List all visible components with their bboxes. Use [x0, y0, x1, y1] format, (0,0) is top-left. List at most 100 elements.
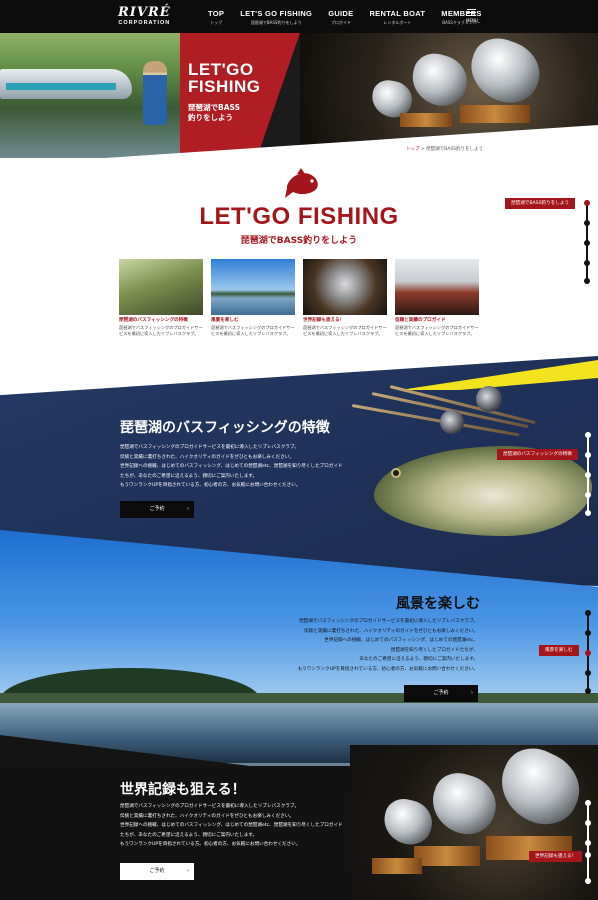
scroll-dot[interactable]: [585, 452, 591, 458]
nav-sublabel: 琵琶湖でBASS釣りをしよう: [250, 20, 302, 25]
text-line: 琵琶湖でバスフィッシングのプロガイドサービスを最初に導入したリブレバスクラブ。: [299, 619, 478, 624]
side-tag-intro[interactable]: 琵琶湖でBASS釣りをしよう: [505, 198, 576, 209]
bass-fish-icon: [285, 168, 318, 198]
menu-button[interactable]: MENU: [466, 9, 478, 23]
bass-eye: [391, 468, 401, 478]
main-nav: TOP トップ LET'S GO FISHING 琵琶湖でBASS釣りをしよう …: [208, 9, 498, 26]
scroll-dot[interactable]: [585, 800, 591, 806]
menu-label: MENU: [466, 18, 478, 23]
scroll-dot[interactable]: [585, 650, 591, 656]
scroll-dot[interactable]: [585, 840, 591, 846]
text-line: 伝統と実績に裏打ちされた、ハイクオリティのガイドをぜひともお楽しみください。: [120, 454, 294, 460]
breadcrumb-home[interactable]: トップ: [406, 147, 420, 152]
side-tag-record[interactable]: 世界記録も狙える！: [529, 851, 583, 862]
scroll-dot[interactable]: [584, 240, 590, 246]
scroll-dot[interactable]: [585, 820, 591, 826]
section-title-record: 世界記録も狙える！: [120, 782, 246, 798]
text-line: 世界記録への挑戦、はじめてのバスフィッシング、はじめての琵琶湖etc、琵琶湖を知…: [120, 464, 343, 470]
section-title-scenery: 風景を楽しむ: [396, 596, 480, 612]
text-line: あなたのご希望に沿えるよう、親切にご案内いたします。: [359, 657, 478, 663]
hero-subtitle-line: 釣りをしよう: [188, 113, 233, 122]
nav-sublabel: トップ: [210, 20, 223, 25]
hero-subtitle: 琵琶湖でBASS 釣りをしよう: [188, 103, 240, 123]
trophy-base: [414, 846, 480, 866]
nav-label: LET'S GO FISHING: [240, 9, 313, 18]
scroll-dot[interactable]: [585, 610, 591, 616]
nav-item-rental-boat[interactable]: RENTAL BOAT レンタルボート: [369, 9, 425, 26]
card-image-trophies: [303, 259, 387, 315]
shoreline-image: [0, 693, 598, 703]
nav-label: GUIDE: [328, 9, 354, 18]
angler-image: [143, 61, 167, 125]
breadcrumb-current: 琵琶湖でBASS釣りをしよう: [426, 147, 484, 152]
feature-card[interactable]: 琵琶湖のバスフィッシングの特徴 琵琶湖でバスフィッシングのプロガイドサービスを最…: [119, 259, 203, 336]
hero-title: LET'GO FISHING: [188, 61, 260, 95]
feature-card[interactable]: 世界記録も狙える！ 琵琶湖でバスフィッシングのプロガイドサービスを最初に導入した…: [303, 259, 387, 336]
chevron-right-icon: ›: [471, 690, 473, 696]
card-image-guide: [395, 259, 479, 315]
intro-subtitle: 琵琶湖でBASS釣りをしよう: [240, 236, 358, 246]
nav-item-guide[interactable]: GUIDE プロガイド: [328, 9, 353, 26]
text-line: もうワンランクUPを目指されている方、初心者の方、お気軽にお問い合わせください。: [120, 842, 301, 848]
card-image-bass: [119, 259, 203, 315]
card-title: 信頼と実績のプロガイド: [395, 318, 446, 323]
site-logo[interactable]: RIVRÉ CORPORATION: [118, 6, 171, 26]
text-line: たちが、あなたのご希望に沿えるよう、親切にご案内いたします。: [120, 832, 258, 838]
card-title: 琵琶湖のバスフィッシングの特徴: [119, 318, 188, 323]
hero-subtitle-line: 琵琶湖でBASS: [188, 103, 240, 112]
nav-sublabel: レンタルボート: [383, 20, 412, 25]
scroll-dot[interactable]: [585, 878, 591, 884]
scroll-dot[interactable]: [584, 278, 590, 284]
text-line: 琵琶湖でバスフィッシングのプロガイドサービスを最初に導入したリブレバスクラブ。: [120, 445, 299, 450]
side-tag-scenery[interactable]: 風景を楽しむ: [539, 645, 579, 656]
nav-item-lets-go-fishing[interactable]: LET'S GO FISHING 琵琶湖でBASS釣りをしよう: [240, 9, 312, 26]
site-header: RIVRÉ CORPORATION TOP トップ LET'S GO FISHI…: [0, 0, 598, 33]
reserve-button-label: ご予約: [149, 506, 165, 512]
reserve-button[interactable]: ご予約 ›: [120, 863, 194, 880]
scroll-dot[interactable]: [585, 630, 591, 636]
nav-label: RENTAL BOAT: [369, 9, 426, 18]
scroll-dot[interactable]: [585, 670, 591, 676]
text-line: 世界記録への挑戦、はじめてのバスフィッシング、はじめての琵琶湖etc、: [324, 638, 478, 644]
scroll-dot[interactable]: [584, 220, 590, 226]
scroll-dot[interactable]: [585, 852, 591, 858]
card-title: 風景を楽しむ: [211, 318, 239, 323]
card-text: 琵琶湖でバスフィッシングのプロガイドサービスを最初に導入したリブレバスクラブ。: [119, 325, 203, 336]
text-line: もうワンランクUPを目指されている方、初心者の方、お気軽にお問い合わせください。: [120, 483, 301, 489]
scroll-dot[interactable]: [585, 510, 591, 516]
card-text: 琵琶湖でバスフィッシングのプロガイドサービスを最初に導入したリブレバスクラブ。: [395, 325, 479, 336]
card-title: 世界記録も狙える！: [303, 318, 345, 323]
page-scroll-indicator: [584, 200, 590, 284]
scroll-dot[interactable]: [584, 260, 590, 266]
reserve-button[interactable]: ご予約 ›: [120, 501, 194, 518]
section-text-record: 琵琶湖でバスフィッシングのプロガイドサービスを最初に導入したリブレバスクラブ。 …: [120, 802, 390, 850]
scroll-dot[interactable]: [585, 472, 591, 478]
scroll-dot[interactable]: [585, 492, 591, 498]
nav-item-top[interactable]: TOP トップ: [208, 9, 224, 26]
hero-title-line: FISHING: [188, 77, 261, 96]
side-tag-features[interactable]: 琵琶湖のバスフィッシングの特徴: [497, 449, 578, 460]
scroll-dot[interactable]: [585, 688, 591, 694]
hero-banner: LET'GO FISHING 琵琶湖でBASS 釣りをしよう: [0, 33, 598, 158]
logo-main: RIVRÉ: [118, 5, 171, 20]
hamburger-icon: [467, 9, 477, 16]
scroll-dot[interactable]: [584, 200, 590, 206]
section-scroll-indicator: [585, 800, 591, 884]
reserve-button-label: ご予約: [433, 690, 449, 696]
card-text: 琵琶湖でバスフィッシングのプロガイドサービスを最初に導入したリブレバスクラブ。: [303, 325, 387, 336]
trophy-base: [372, 858, 422, 874]
reel-image: [440, 410, 464, 434]
card-text: 琵琶湖でバスフィッシングのプロガイドサービスを最初に導入したリブレバスクラブ。: [211, 325, 295, 336]
page: RIVRÉ CORPORATION TOP トップ LET'S GO FISHI…: [0, 0, 598, 900]
nav-sublabel: プロガイド: [330, 20, 351, 25]
scroll-dot[interactable]: [585, 432, 591, 438]
reserve-button[interactable]: ご予約 ›: [404, 685, 478, 702]
text-line: たちが、あなたのご希望に沿えるよう、親切にご案内いたします。: [120, 473, 258, 479]
breadcrumb-separator: >: [420, 147, 425, 152]
section-text-features: 琵琶湖でバスフィッシングのプロガイドサービスを最初に導入したリブレバスクラブ。 …: [120, 443, 390, 491]
text-line: 琵琶湖を知り尽くしたプロガイドたちが、: [390, 647, 478, 653]
feature-card[interactable]: 風景を楽しむ 琵琶湖でバスフィッシングのプロガイドサービスを最初に導入したリブレ…: [211, 259, 295, 336]
chevron-right-icon: ›: [187, 868, 189, 874]
feature-card[interactable]: 信頼と実績のプロガイド 琵琶湖でバスフィッシングのプロガイドサービスを最初に導入…: [395, 259, 479, 336]
section-scroll-indicator: [585, 432, 591, 516]
